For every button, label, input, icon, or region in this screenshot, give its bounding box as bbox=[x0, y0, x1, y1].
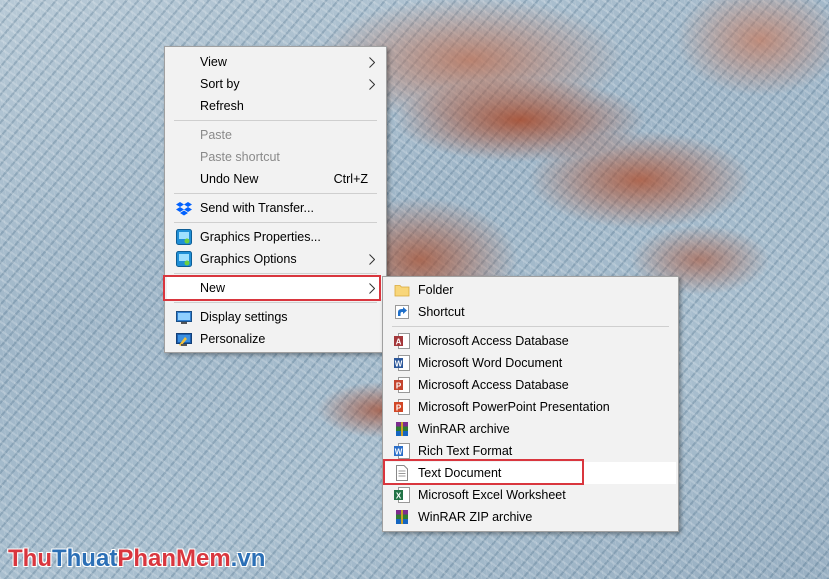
excel-icon: X bbox=[394, 487, 410, 503]
intel-graphics-icon bbox=[176, 251, 192, 267]
new-item-access-database[interactable]: A Microsoft Access Database bbox=[385, 330, 676, 352]
keyboard-shortcut: Ctrl+Z bbox=[333, 172, 368, 186]
menu-item-label: Paste bbox=[200, 128, 232, 142]
new-item-winrar-archive[interactable]: WinRAR archive bbox=[385, 418, 676, 440]
menu-separator bbox=[174, 222, 377, 223]
watermark-part: PhanMem bbox=[117, 545, 231, 572]
menu-item-label: Microsoft Access Database bbox=[418, 334, 569, 348]
personalize-icon bbox=[176, 333, 192, 346]
word-icon: W bbox=[394, 355, 410, 371]
svg-text:W: W bbox=[395, 360, 403, 369]
svg-text:A: A bbox=[396, 338, 402, 347]
menu-separator bbox=[174, 302, 377, 303]
svg-text:X: X bbox=[396, 492, 402, 501]
menu-item-paste: Paste bbox=[167, 124, 384, 146]
menu-item-label: Personalize bbox=[200, 332, 266, 346]
new-item-shortcut[interactable]: Shortcut bbox=[385, 301, 676, 323]
shortcut-icon bbox=[395, 305, 409, 319]
new-item-excel-worksheet[interactable]: X Microsoft Excel Worksheet bbox=[385, 484, 676, 506]
menu-item-label: Undo New bbox=[200, 172, 259, 186]
menu-item-label: New bbox=[200, 281, 226, 295]
menu-item-paste-shortcut: Paste shortcut bbox=[167, 146, 384, 168]
menu-item-label: Microsoft Word Document bbox=[418, 356, 563, 370]
menu-item-label: Display settings bbox=[200, 310, 288, 324]
intel-graphics-icon bbox=[176, 229, 192, 245]
access-icon: P bbox=[394, 377, 410, 393]
menu-separator bbox=[174, 120, 377, 121]
menu-item-undo-new[interactable]: Undo New Ctrl+Z bbox=[167, 168, 384, 190]
powerpoint-icon: P bbox=[394, 399, 410, 415]
menu-item-send-with-transfer[interactable]: Send with Transfer... bbox=[167, 197, 384, 219]
svg-text:P: P bbox=[396, 404, 402, 413]
svg-text:P: P bbox=[396, 382, 402, 391]
chevron-right-icon bbox=[368, 51, 376, 73]
new-item-word-document[interactable]: W Microsoft Word Document bbox=[385, 352, 676, 374]
menu-item-label: Rich Text Format bbox=[418, 444, 513, 458]
new-item-folder[interactable]: Folder bbox=[385, 279, 676, 301]
desktop-context-menu: View Sort by Refresh Paste Paste shortcu… bbox=[164, 46, 387, 353]
site-watermark: ThuThuatPhanMem.vn bbox=[8, 545, 265, 573]
menu-item-refresh[interactable]: Refresh bbox=[167, 95, 384, 117]
menu-item-label: Send with Transfer... bbox=[200, 201, 314, 215]
menu-item-label: Sort by bbox=[200, 77, 240, 91]
menu-item-label: View bbox=[200, 55, 227, 69]
menu-item-label: Refresh bbox=[200, 99, 244, 113]
watermark-part: Thuat bbox=[51, 545, 118, 572]
text-document-icon bbox=[396, 465, 408, 481]
new-item-powerpoint-presentation[interactable]: P Microsoft PowerPoint Presentation bbox=[385, 396, 676, 418]
menu-item-label: Microsoft Access Database bbox=[418, 378, 569, 392]
menu-item-label: Folder bbox=[418, 283, 454, 297]
chevron-right-icon bbox=[368, 73, 376, 95]
menu-item-label: WinRAR ZIP archive bbox=[418, 510, 533, 524]
menu-item-graphics-options[interactable]: Graphics Options bbox=[167, 248, 384, 270]
menu-separator bbox=[392, 326, 669, 327]
menu-item-display-settings[interactable]: Display settings bbox=[167, 306, 384, 328]
menu-item-label: Paste shortcut bbox=[200, 150, 280, 164]
new-item-text-document[interactable]: Text Document bbox=[385, 462, 676, 484]
menu-item-sort-by[interactable]: Sort by bbox=[167, 73, 384, 95]
new-item-access-database-2[interactable]: P Microsoft Access Database bbox=[385, 374, 676, 396]
watermark-part: .vn bbox=[230, 545, 266, 572]
menu-item-label: WinRAR archive bbox=[418, 422, 510, 436]
menu-item-label: Microsoft Excel Worksheet bbox=[418, 488, 566, 502]
access-icon: A bbox=[394, 333, 410, 349]
watermark-part: Thu bbox=[8, 545, 52, 572]
menu-item-label: Shortcut bbox=[418, 305, 465, 319]
new-item-winrar-zip-archive[interactable]: WinRAR ZIP archive bbox=[385, 506, 676, 528]
menu-separator bbox=[174, 193, 377, 194]
chevron-right-icon bbox=[368, 277, 376, 299]
menu-item-graphics-properties[interactable]: Graphics Properties... bbox=[167, 226, 384, 248]
dropbox-icon bbox=[176, 202, 192, 216]
menu-item-label: Text Document bbox=[418, 466, 502, 480]
folder-icon bbox=[394, 285, 410, 297]
menu-item-label: Graphics Properties... bbox=[200, 230, 321, 244]
new-item-rich-text-format[interactable]: W Rich Text Format bbox=[385, 440, 676, 462]
menu-item-view[interactable]: View bbox=[167, 51, 384, 73]
menu-separator bbox=[174, 273, 377, 274]
svg-text:W: W bbox=[395, 448, 403, 457]
menu-item-personalize[interactable]: Personalize bbox=[167, 328, 384, 350]
winrar-zip-icon bbox=[396, 510, 408, 524]
display-icon bbox=[176, 311, 192, 324]
menu-item-new[interactable]: New bbox=[167, 277, 384, 299]
winrar-icon bbox=[396, 422, 408, 436]
menu-item-label: Graphics Options bbox=[200, 252, 297, 266]
menu-item-label: Microsoft PowerPoint Presentation bbox=[418, 400, 610, 414]
new-submenu: Folder Shortcut A Microsoft Access Datab… bbox=[382, 276, 679, 532]
wordpad-icon: W bbox=[394, 443, 410, 459]
chevron-right-icon bbox=[368, 248, 376, 270]
